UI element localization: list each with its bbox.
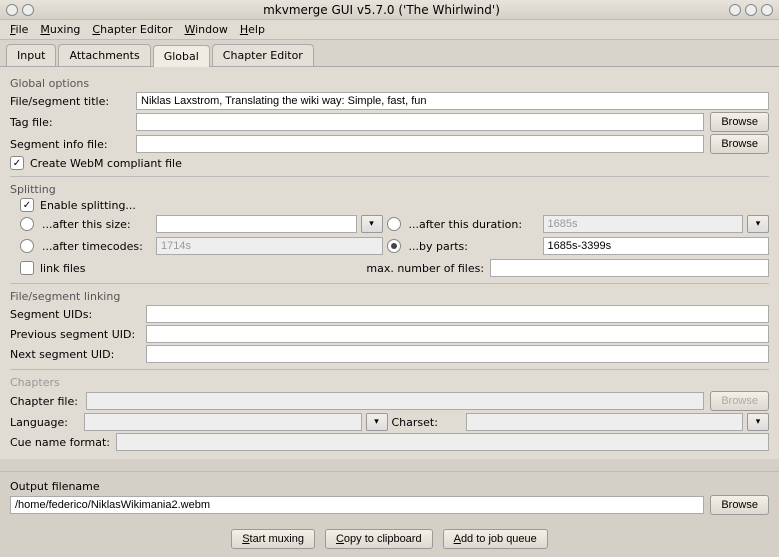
charset-label: Charset: — [392, 416, 462, 429]
after-duration-radio[interactable] — [387, 217, 401, 231]
cue-name-label: Cue name format: — [10, 436, 110, 449]
segment-info-label: Segment info file: — [10, 138, 130, 151]
chapters-title: Chapters — [10, 376, 769, 389]
window-title: mkvmerge GUI v5.7.0 ('The Whirlwind') — [34, 3, 729, 17]
menu-file[interactable]: File — [10, 23, 28, 36]
menu-muxing[interactable]: Muxing — [40, 23, 80, 36]
segment-info-input[interactable] — [136, 135, 704, 153]
file-segment-title-input[interactable] — [136, 92, 769, 110]
after-size-radio[interactable] — [20, 217, 34, 231]
chapter-file-browse-button: Browse — [710, 391, 769, 411]
max-files-label: max. number of files: — [366, 262, 484, 275]
file-segment-title-label: File/segment title: — [10, 95, 130, 108]
tab-attachments[interactable]: Attachments — [58, 44, 150, 66]
app-icon-2 — [22, 4, 34, 16]
after-size-label: ...after this size: — [42, 218, 152, 231]
segment-uids-label: Segment UIDs: — [10, 308, 140, 321]
after-timecodes-input[interactable] — [156, 237, 383, 255]
chapter-file-input — [86, 392, 704, 410]
prev-uid-input[interactable] — [146, 325, 769, 343]
output-title: Output filename — [10, 480, 769, 493]
after-size-input[interactable] — [156, 215, 357, 233]
by-parts-input[interactable] — [543, 237, 770, 255]
link-files-checkbox[interactable] — [20, 261, 34, 275]
chapter-file-label: Chapter file: — [10, 395, 80, 408]
charset-input — [466, 413, 744, 431]
fsl-title: File/segment linking — [10, 290, 769, 303]
after-duration-dropdown[interactable]: ▾ — [747, 215, 769, 233]
close-icon[interactable] — [761, 4, 773, 16]
after-timecodes-radio[interactable] — [20, 239, 34, 253]
chevron-down-icon: ▾ — [374, 417, 379, 427]
app-icon — [6, 4, 18, 16]
global-options-title: Global options — [10, 77, 769, 90]
maximize-icon[interactable] — [745, 4, 757, 16]
splitting-title: Splitting — [10, 183, 769, 196]
by-parts-label: ...by parts: — [409, 240, 539, 253]
tag-file-input[interactable] — [136, 113, 704, 131]
enable-splitting-checkbox[interactable] — [20, 198, 34, 212]
enable-splitting-label: Enable splitting... — [40, 199, 136, 212]
chevron-down-icon: ▾ — [369, 219, 374, 229]
output-section: Output filename Browse — [0, 471, 779, 521]
after-duration-label: ...after this duration: — [409, 218, 539, 231]
tab-content: Global options File/segment title: Tag f… — [0, 67, 779, 459]
after-timecodes-label: ...after timecodes: — [42, 240, 152, 253]
start-muxing-button[interactable]: SStart muxingtart muxing — [231, 529, 315, 549]
link-files-label: link files — [40, 262, 85, 275]
output-filename-input[interactable] — [10, 496, 704, 514]
menu-chapter-editor[interactable]: Chapter Editor — [92, 23, 172, 36]
chevron-down-icon: ▾ — [756, 417, 761, 427]
prev-uid-label: Previous segment UID: — [10, 328, 140, 341]
language-label: Language: — [10, 416, 80, 429]
language-input — [84, 413, 362, 431]
tag-file-label: Tag file: — [10, 116, 130, 129]
charset-dropdown: ▾ — [747, 413, 769, 431]
minimize-icon[interactable] — [729, 4, 741, 16]
create-webm-checkbox[interactable] — [10, 156, 24, 170]
tag-file-browse-button[interactable]: Browse — [710, 112, 769, 132]
cue-name-input — [116, 433, 769, 451]
after-duration-input[interactable] — [543, 215, 744, 233]
tab-global[interactable]: Global — [153, 45, 210, 67]
segment-info-browse-button[interactable]: Browse — [710, 134, 769, 154]
menubar: File Muxing Chapter Editor Window Help — [0, 20, 779, 40]
tab-chapter-editor[interactable]: Chapter Editor — [212, 44, 314, 66]
by-parts-radio[interactable] — [387, 239, 401, 253]
segment-uids-input[interactable] — [146, 305, 769, 323]
max-files-input[interactable] — [490, 259, 769, 277]
menu-help[interactable]: Help — [240, 23, 265, 36]
chevron-down-icon: ▾ — [756, 219, 761, 229]
next-uid-label: Next segment UID: — [10, 348, 140, 361]
titlebar: mkvmerge GUI v5.7.0 ('The Whirlwind') — [0, 0, 779, 20]
output-browse-button[interactable]: Browse — [710, 495, 769, 515]
menu-window[interactable]: Window — [184, 23, 227, 36]
action-row: SStart muxingtart muxing Copy to clipboa… — [0, 521, 779, 557]
tab-input[interactable]: Input — [6, 44, 56, 66]
add-to-job-queue-button[interactable]: Add to job queue — [443, 529, 548, 549]
language-dropdown: ▾ — [366, 413, 388, 431]
copy-to-clipboard-button[interactable]: Copy to clipboard — [325, 529, 433, 549]
after-size-dropdown[interactable]: ▾ — [361, 215, 383, 233]
create-webm-label: Create WebM compliant file — [30, 157, 182, 170]
tabs: Input Attachments Global Chapter Editor — [0, 40, 779, 67]
next-uid-input[interactable] — [146, 345, 769, 363]
